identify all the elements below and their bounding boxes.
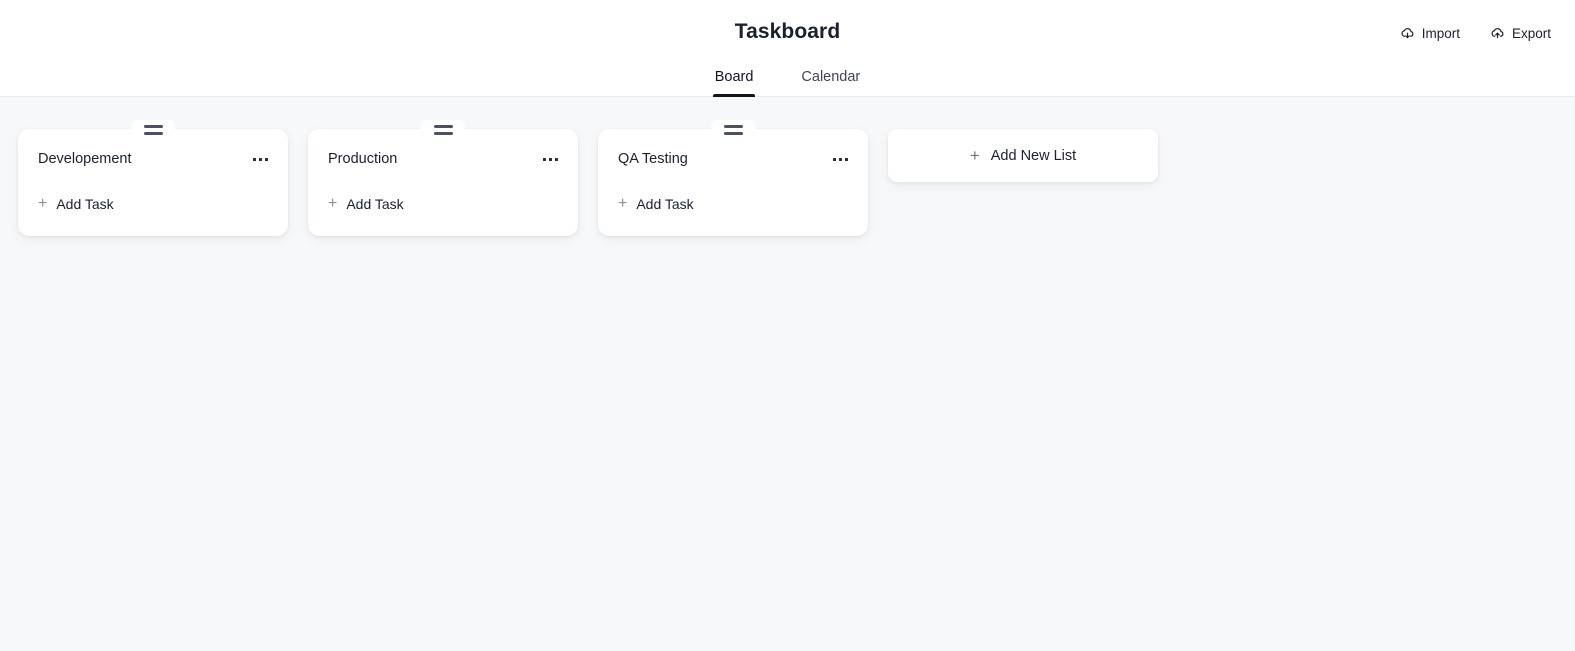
drag-handle-icon[interactable] [711, 120, 755, 140]
list-header: Developement [38, 151, 270, 168]
ellipsis-icon[interactable] [251, 154, 270, 165]
list-card[interactable]: Developement + Add Task [18, 120, 288, 237]
plus-icon: + [328, 195, 338, 213]
ellipsis-icon[interactable] [831, 154, 850, 165]
list-column-qa-testing: QA Testing + Add Task [598, 120, 868, 237]
app-header: Taskboard Import Export Board Calendar [0, 0, 1575, 97]
add-task-label: Add Task [346, 196, 404, 213]
list-column-developement: Developement + Add Task [18, 120, 288, 237]
header-actions: Import Export [1400, 24, 1551, 43]
add-new-list-label: Add New List [990, 147, 1077, 164]
list-header: QA Testing [618, 151, 850, 168]
add-task-label: Add Task [636, 196, 694, 213]
list-card[interactable]: Production + Add Task [308, 120, 578, 237]
plus-icon: + [969, 146, 980, 165]
tab-calendar[interactable]: Calendar [799, 68, 862, 97]
export-label: Export [1511, 26, 1551, 41]
export-button[interactable]: Export [1490, 24, 1551, 43]
list-title: Developement [38, 151, 132, 167]
list-card[interactable]: QA Testing + Add Task [598, 120, 868, 237]
plus-icon: + [618, 195, 628, 213]
ellipsis-icon[interactable] [541, 154, 560, 165]
import-label: Import [1421, 26, 1460, 41]
add-task-button[interactable]: + Add Task [328, 194, 404, 214]
add-list-column: + Add New List [888, 120, 1158, 182]
cloud-download-icon [1400, 26, 1415, 41]
drag-handle-icon[interactable] [131, 120, 175, 140]
add-new-list-button[interactable]: + Add New List [888, 129, 1158, 182]
tab-board[interactable]: Board [712, 68, 756, 97]
plus-icon: + [38, 195, 48, 213]
import-button[interactable]: Import [1400, 24, 1460, 43]
drag-handle-icon[interactable] [421, 120, 465, 140]
add-task-label: Add Task [56, 196, 114, 213]
cloud-upload-icon [1490, 26, 1505, 41]
board-area: Developement + Add Task Production + Add… [0, 97, 1575, 651]
add-task-button[interactable]: + Add Task [618, 194, 694, 214]
list-column-production: Production + Add Task [308, 120, 578, 237]
list-title: QA Testing [618, 151, 688, 167]
list-title: Production [328, 151, 398, 167]
list-header: Production [328, 151, 560, 168]
tabbar: Board Calendar [0, 68, 1575, 97]
tab-calendar-label: Calendar [801, 68, 861, 85]
page-title: Taskboard [734, 20, 841, 43]
add-task-button[interactable]: + Add Task [38, 194, 114, 214]
tab-board-label: Board [714, 68, 754, 85]
